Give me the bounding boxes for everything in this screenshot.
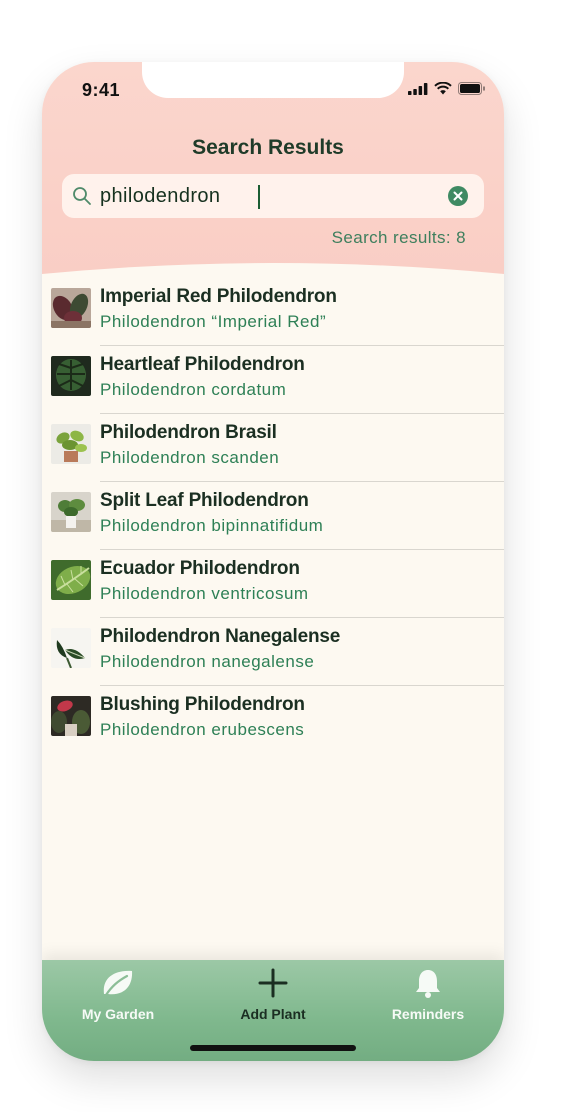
home-indicator[interactable] xyxy=(190,1045,356,1051)
list-item[interactable]: Imperial Red Philodendron Philodendron “… xyxy=(42,278,504,346)
plant-scientific-name: Philodendron scanden xyxy=(100,448,280,467)
battery-icon xyxy=(458,82,485,95)
device-notch xyxy=(142,62,404,98)
search-input[interactable] xyxy=(100,182,430,210)
plant-thumbnail xyxy=(51,560,91,600)
list-item[interactable]: Split Leaf Philodendron Philodendron bip… xyxy=(42,482,504,550)
plant-scientific-name: Philodendron “Imperial Red” xyxy=(100,312,327,331)
header: 9:41 Search Results philodendron Search … xyxy=(42,62,504,302)
list-item[interactable]: Ecuador Philodendron Philodendron ventri… xyxy=(42,550,504,618)
plant-scientific-name: Philodendron ventricosum xyxy=(100,584,309,603)
status-icons xyxy=(408,82,486,95)
plant-common-name: Blushing Philodendron xyxy=(100,694,305,715)
list-item[interactable]: Philodendron Brasil Philodendron scanden xyxy=(42,414,504,482)
plant-common-name: Philodendron Nanegalense xyxy=(100,626,341,647)
plant-thumbnail xyxy=(51,492,91,532)
tab-label: Add Plant xyxy=(240,1006,306,1022)
list-item[interactable]: Blushing Philodendron Philodendron erube… xyxy=(42,686,504,754)
leaf-icon xyxy=(103,970,133,997)
tab-my-garden[interactable]: My Garden xyxy=(48,966,188,1026)
tab-label: My Garden xyxy=(81,1006,155,1022)
plant-scientific-name: Philodendron nanegalense xyxy=(100,652,315,671)
plant-thumbnail xyxy=(51,288,91,328)
plant-common-name: Ecuador Philodendron xyxy=(100,558,300,579)
results-list: Imperial Red Philodendron Philodendron “… xyxy=(42,278,504,754)
status-time: 9:41 xyxy=(82,80,121,100)
plant-common-name: Split Leaf Philodendron xyxy=(100,490,309,511)
tab-bar: My Garden Add Plant Reminders xyxy=(42,960,504,1061)
plant-common-name: Imperial Red Philodendron xyxy=(100,286,337,307)
plant-common-name: Philodendron Brasil xyxy=(100,422,277,443)
result-count: Search results: 8 xyxy=(331,228,466,247)
tab-label: Reminders xyxy=(391,1006,465,1022)
search-bar[interactable] xyxy=(62,174,484,218)
plant-thumbnail xyxy=(51,356,91,396)
plant-common-name: Heartleaf Philodendron xyxy=(100,354,305,375)
plant-thumbnail xyxy=(51,424,91,464)
plant-scientific-name: Philodendron bipinnatifidum xyxy=(100,516,324,535)
plant-thumbnail xyxy=(51,628,91,668)
page-title: Search Results xyxy=(192,136,344,159)
clear-search-icon[interactable] xyxy=(448,186,468,206)
phone-frame: 9:41 Search Results philodendron Search … xyxy=(42,62,504,1061)
plus-icon xyxy=(258,968,288,998)
plant-scientific-name: Philodendron cordatum xyxy=(100,380,287,399)
list-item[interactable]: Philodendron Nanegalense Philodendron na… xyxy=(42,618,504,686)
screen: 9:41 Search Results philodendron Search … xyxy=(0,0,574,1112)
search-icon xyxy=(73,187,91,205)
text-caret xyxy=(258,185,260,209)
bell-icon xyxy=(416,970,440,998)
tab-add-plant[interactable]: Add Plant xyxy=(203,966,343,1026)
plant-scientific-name: Philodendron erubescens xyxy=(100,720,305,739)
tab-reminders[interactable]: Reminders xyxy=(358,966,498,1026)
plant-thumbnail xyxy=(51,696,91,736)
list-item[interactable]: Heartleaf Philodendron Philodendron cord… xyxy=(42,346,504,414)
cellular-signal-icon xyxy=(408,82,428,95)
wifi-icon xyxy=(434,82,452,95)
